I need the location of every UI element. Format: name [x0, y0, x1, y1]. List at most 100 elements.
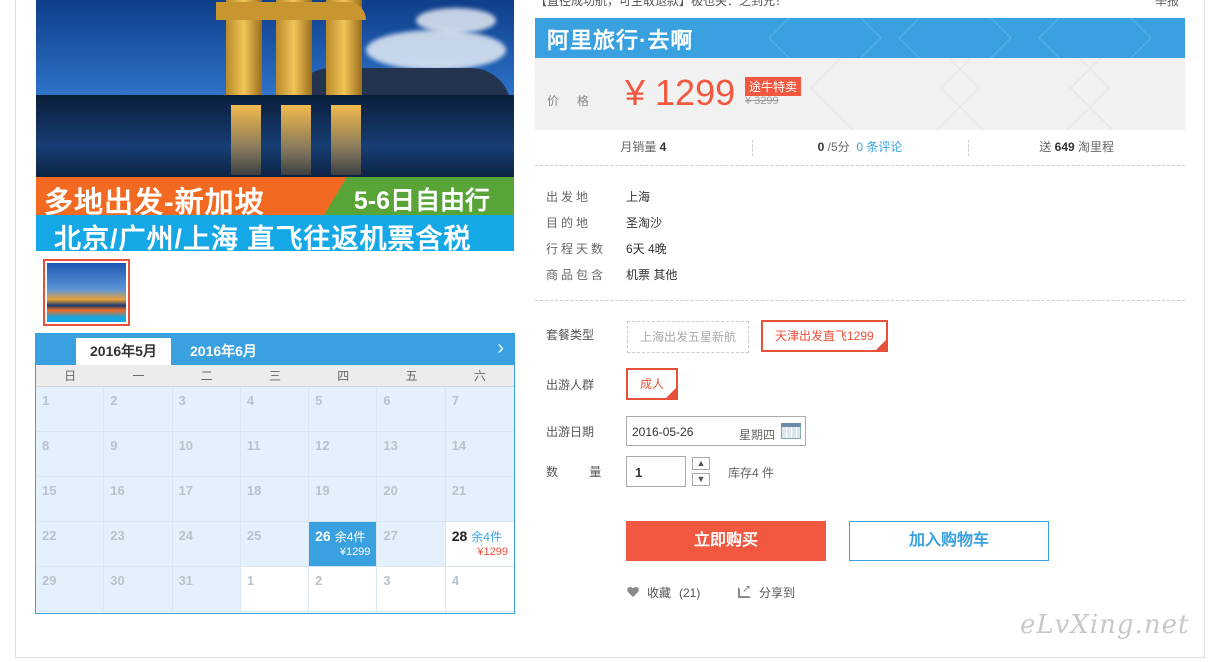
- breadcrumb: 【直径成功航，可生取退款】极也关：之到兄！: [535, 0, 788, 8]
- share-button[interactable]: 分享到: [738, 582, 796, 601]
- crowd-label: 出游人群: [546, 378, 595, 392]
- calendar-day-price: ¥1299: [477, 546, 508, 558]
- price-value: ¥ 1299: [625, 72, 736, 113]
- calendar-day: 13: [377, 432, 446, 477]
- hero-duration: 5-6日自由行: [353, 187, 490, 215]
- favorite-count: (21): [679, 585, 701, 600]
- calendar-day: 2: [104, 387, 173, 432]
- calendar-day-number: 2: [315, 573, 323, 588]
- trip-info-key: 商品包含: [546, 267, 607, 282]
- calendar-day: 1: [36, 387, 105, 432]
- favorite-button[interactable]: 收藏 (21): [627, 584, 700, 601]
- package-option-tianjin[interactable]: 天津出发直飞1299: [761, 320, 888, 352]
- calendar-day-number: 25: [246, 528, 262, 543]
- calendar-day: 16: [104, 477, 173, 522]
- calendar-day: 19: [309, 477, 378, 522]
- trip-info-key: 目的地: [546, 215, 592, 230]
- rating-value: 0: [817, 140, 825, 154]
- favorite-label: 收藏: [647, 586, 672, 600]
- calendar-day: 17: [172, 477, 241, 522]
- report-link[interactable]: 举报: [1155, 0, 1179, 9]
- calendar-day: 7: [445, 387, 514, 432]
- price-label: 价格: [547, 94, 608, 108]
- calendar-icon[interactable]: [781, 423, 801, 439]
- trip-info-row: 目的地 圣淘沙: [546, 209, 677, 235]
- chevron-right-icon[interactable]: ›: [497, 337, 504, 360]
- calendar-day-number: 13: [383, 438, 398, 453]
- share-icon: [738, 582, 751, 598]
- calendar-day: 25: [240, 522, 310, 567]
- weekday-label: 四: [337, 369, 350, 383]
- weekday-label: 二: [200, 369, 213, 383]
- trip-info-row: 行程天数 6天 4晚: [546, 235, 677, 261]
- calendar-day: 3: [377, 567, 446, 612]
- calendar-day: 22: [36, 522, 105, 567]
- calendar-day-number: 27: [383, 528, 398, 543]
- weekday-label: 五: [405, 369, 418, 383]
- calendar-day[interactable]: 26 余4件 ¥1299: [309, 522, 378, 567]
- travel-date-weekday: 星期四: [739, 428, 776, 442]
- calendar-day-number: 14: [451, 438, 467, 453]
- weekday-label: 三: [268, 369, 281, 383]
- calendar-day: 3: [172, 387, 241, 432]
- quantity-input[interactable]: 1: [626, 456, 686, 487]
- crowd-option-adult[interactable]: 成人: [626, 368, 679, 400]
- package-option-shanghai[interactable]: 上海出发五星新航: [627, 321, 750, 353]
- calendar-day: 14: [445, 432, 514, 477]
- reviews-link[interactable]: 0 条评论: [856, 140, 902, 154]
- calendar-day[interactable]: 28 余4件 ¥1299: [445, 522, 514, 567]
- trip-info-value: 圣淘沙: [626, 215, 663, 230]
- reward-points: 送 649 淘里程: [968, 130, 1185, 165]
- share-label: 分享到: [759, 586, 796, 600]
- calendar-tab-may[interactable]: 2016年5月: [76, 338, 171, 365]
- calendar-day-number: 1: [42, 393, 50, 408]
- calendar-day-number: 31: [178, 573, 194, 588]
- calendar-day: 29: [36, 567, 105, 612]
- calendar-day-stock: 余4件: [471, 530, 502, 544]
- departure-calendar: 2016年5月 2016年6月 › 日一二三四五六 1 2 3 4 5 6 7 8 9 10 11 1…: [35, 333, 515, 614]
- original-price: ¥ 3299: [745, 95, 779, 107]
- calendar-weekdays: 日一二三四五六: [36, 365, 514, 387]
- calendar-day-number: 10: [178, 438, 194, 453]
- product-hero-image: 多地出发-新加坡 5-6日自由行 北京/广州/上海 直飞往返机票含税: [36, 0, 514, 251]
- calendar-day-number: 8: [42, 438, 50, 453]
- calendar-day-price: ¥1299: [339, 546, 371, 558]
- rating: 0 /5分 0 条评论: [751, 130, 969, 165]
- quantity-down-icon[interactable]: ▼: [692, 473, 710, 486]
- calendar-day-number: 22: [42, 528, 57, 543]
- calendar-day: 9: [104, 432, 173, 477]
- calendar-day-number: 15: [42, 483, 57, 498]
- calendar-day: 1: [240, 567, 310, 612]
- calendar-day: 30: [104, 567, 173, 612]
- calendar-day: 23: [104, 522, 173, 567]
- quantity-label: 数 量: [546, 465, 616, 479]
- calendar-day-number: 17: [178, 483, 194, 498]
- calendar-day-number: 1: [246, 573, 255, 588]
- calendar-day-number: 2: [110, 393, 118, 408]
- rating-suffix: /5分: [827, 140, 850, 154]
- calendar-day: 21: [445, 477, 514, 522]
- travel-date-field[interactable]: 2016-05-26 星期四: [626, 416, 806, 446]
- calendar-day-number: 7: [451, 393, 459, 408]
- points-value: 649: [1054, 140, 1075, 154]
- travel-date-value: 2016-05-26: [632, 425, 694, 439]
- calendar-tab-june[interactable]: 2016年6月: [176, 338, 271, 365]
- shop-title: 阿里旅行·去啊: [547, 28, 694, 53]
- weekday-label: 六: [473, 369, 486, 383]
- trip-info-key: 出发地: [546, 189, 592, 204]
- product-thumbnail[interactable]: [43, 259, 130, 326]
- quantity-up-icon[interactable]: ▲: [692, 457, 710, 470]
- calendar-day: 15: [36, 477, 105, 522]
- calendar-day-number: 30: [110, 573, 125, 588]
- calendar-day-number: 20: [383, 483, 398, 498]
- calendar-day: 27: [377, 522, 446, 567]
- product-stats: 月销量 4 0 /5分 0 条评论 送 649 淘里程: [535, 130, 1185, 166]
- calendar-day: 4: [240, 387, 310, 432]
- calendar-day: 10: [172, 432, 241, 477]
- add-to-cart-button[interactable]: 加入购物车: [849, 521, 1049, 561]
- price-panel: 价格 ¥ 1299 途牛特卖 ¥ 3299: [535, 58, 1185, 130]
- weekday-label: 日: [64, 369, 77, 383]
- buy-now-button[interactable]: 立即购买: [626, 521, 826, 561]
- calendar-day-number: 18: [246, 483, 262, 498]
- calendar-day-stock: 余4件: [334, 530, 366, 544]
